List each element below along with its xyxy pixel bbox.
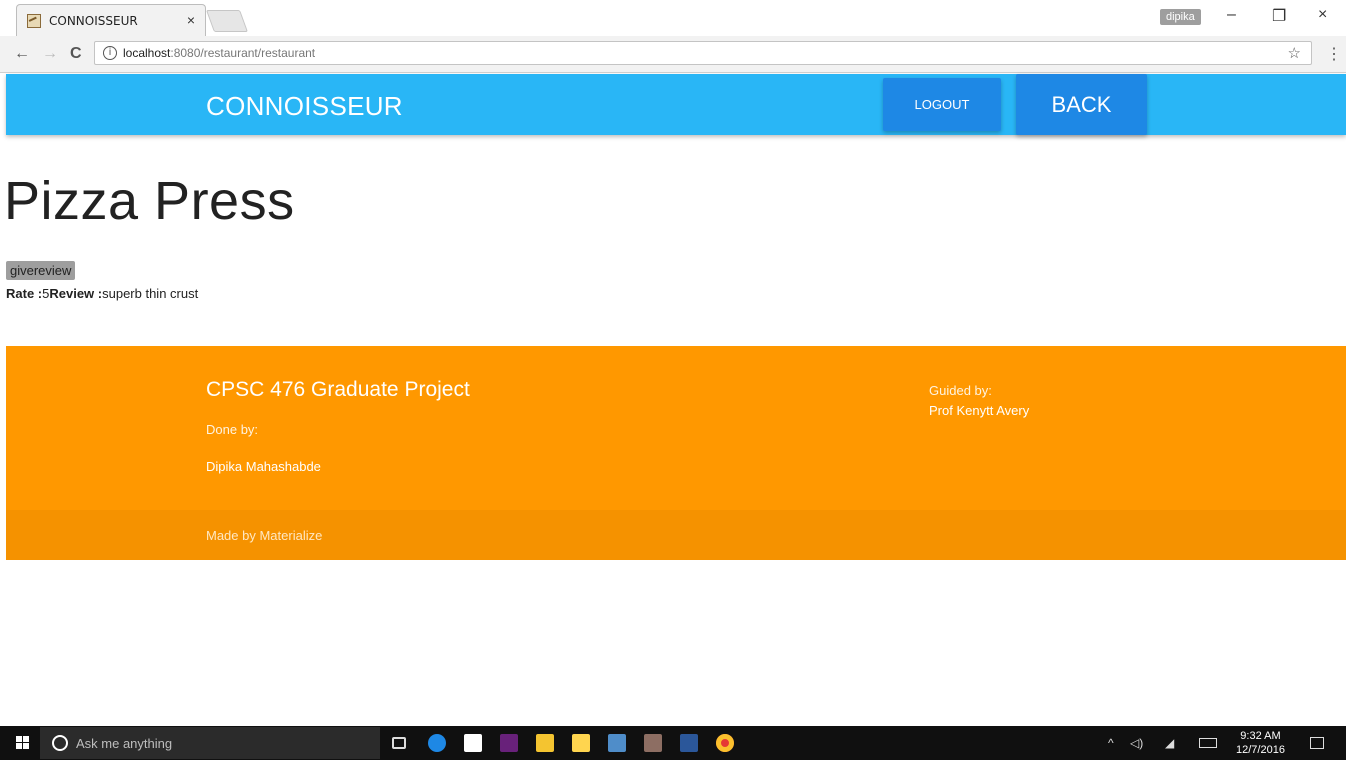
close-window-icon[interactable]: ×: [1318, 6, 1327, 24]
done-by-label: Done by:: [206, 422, 259, 437]
file-explorer-icon[interactable]: [536, 734, 554, 752]
browser-toolbar: ← → C i localhost:8080/restaurant/restau…: [0, 36, 1346, 73]
review-label: Review :: [49, 286, 103, 301]
word-icon[interactable]: [680, 734, 698, 752]
site-info-icon[interactable]: i: [103, 46, 117, 60]
guided-by-label: Guided by:: [929, 383, 992, 398]
volume-icon[interactable]: ◁): [1130, 736, 1143, 750]
url-host: localhost: [123, 46, 171, 60]
tab-close-icon[interactable]: ×: [187, 12, 195, 28]
restore-icon[interactable]: ❐: [1272, 6, 1286, 26]
page-footer: CPSC 476 Graduate Project Done by: Dipik…: [6, 346, 1346, 510]
visual-studio-icon[interactable]: [500, 734, 518, 752]
app-navbar: CONNOISSEUR LOGOUT BACK: [6, 74, 1346, 135]
network-icon[interactable]: ◢: [1165, 736, 1174, 750]
notifications-icon[interactable]: [1310, 737, 1324, 749]
windows-start-icon[interactable]: [16, 736, 30, 750]
tray-caret-icon[interactable]: ^: [1108, 736, 1114, 750]
author-name: Dipika Mahashabde: [206, 459, 321, 474]
sticky-notes-icon[interactable]: [572, 734, 590, 752]
footer-copyright: Made by Materialize: [6, 510, 1346, 560]
windows-taskbar: Ask me anything ^ ◁) ◢ 9:32 AM 12/7/2016: [0, 726, 1346, 760]
browser-tab-strip: CONNOISSEUR × dipika – ❐ ×: [0, 0, 1346, 36]
address-bar[interactable]: i localhost:8080/restaurant/restaurant ☆: [94, 41, 1312, 65]
restaurant-title: Pizza Press: [4, 171, 295, 231]
snipping-tool-icon[interactable]: [608, 734, 626, 752]
rate-label: Rate :: [6, 286, 43, 301]
taskbar-clock[interactable]: 9:32 AM 12/7/2016: [1236, 729, 1285, 757]
bookmark-star-icon[interactable]: ☆: [1288, 44, 1301, 62]
task-view-icon[interactable]: [392, 737, 406, 749]
back-button[interactable]: BACK: [1016, 74, 1147, 135]
url-text[interactable]: localhost:8080/restaurant/restaurant: [123, 46, 315, 60]
browser-tab[interactable]: CONNOISSEUR ×: [16, 4, 206, 36]
store-icon[interactable]: [464, 734, 482, 752]
back-arrow-icon[interactable]: ←: [14, 45, 30, 63]
guide-name: Prof Kenytt Avery: [929, 403, 1030, 418]
browser-menu-icon[interactable]: ⋮: [1326, 44, 1342, 64]
minimize-icon[interactable]: –: [1227, 6, 1236, 24]
clock-date: 12/7/2016: [1236, 744, 1285, 756]
search-placeholder: Ask me anything: [76, 736, 173, 751]
site-favicon-icon: [27, 14, 41, 28]
logout-button[interactable]: LOGOUT: [883, 78, 1001, 131]
review-text: superb thin crust: [102, 286, 199, 301]
tab-title: CONNOISSEUR: [49, 14, 138, 28]
edge-browser-icon[interactable]: [428, 734, 446, 752]
clock-time: 9:32 AM: [1240, 730, 1281, 742]
url-path: :8080/restaurant/restaurant: [170, 46, 316, 60]
reload-icon[interactable]: C: [70, 45, 82, 63]
copyright-text: Made by Materialize: [206, 528, 323, 543]
chrome-icon[interactable]: [716, 734, 734, 752]
give-review-button[interactable]: givereview: [6, 261, 76, 280]
keyboard-icon[interactable]: [1199, 738, 1217, 748]
profile-badge[interactable]: dipika: [1160, 9, 1201, 25]
cortana-icon: [52, 735, 68, 751]
forward-arrow-icon[interactable]: →: [42, 45, 58, 63]
new-tab-button[interactable]: [205, 10, 249, 32]
app-game-icon[interactable]: [644, 734, 662, 752]
cortana-search-box[interactable]: Ask me anything: [40, 727, 380, 759]
brand-logo[interactable]: CONNOISSEUR: [206, 91, 403, 122]
project-title: CPSC 476 Graduate Project: [206, 378, 470, 401]
review-entry: Rate :5Review :superb thin crust: [6, 286, 198, 301]
